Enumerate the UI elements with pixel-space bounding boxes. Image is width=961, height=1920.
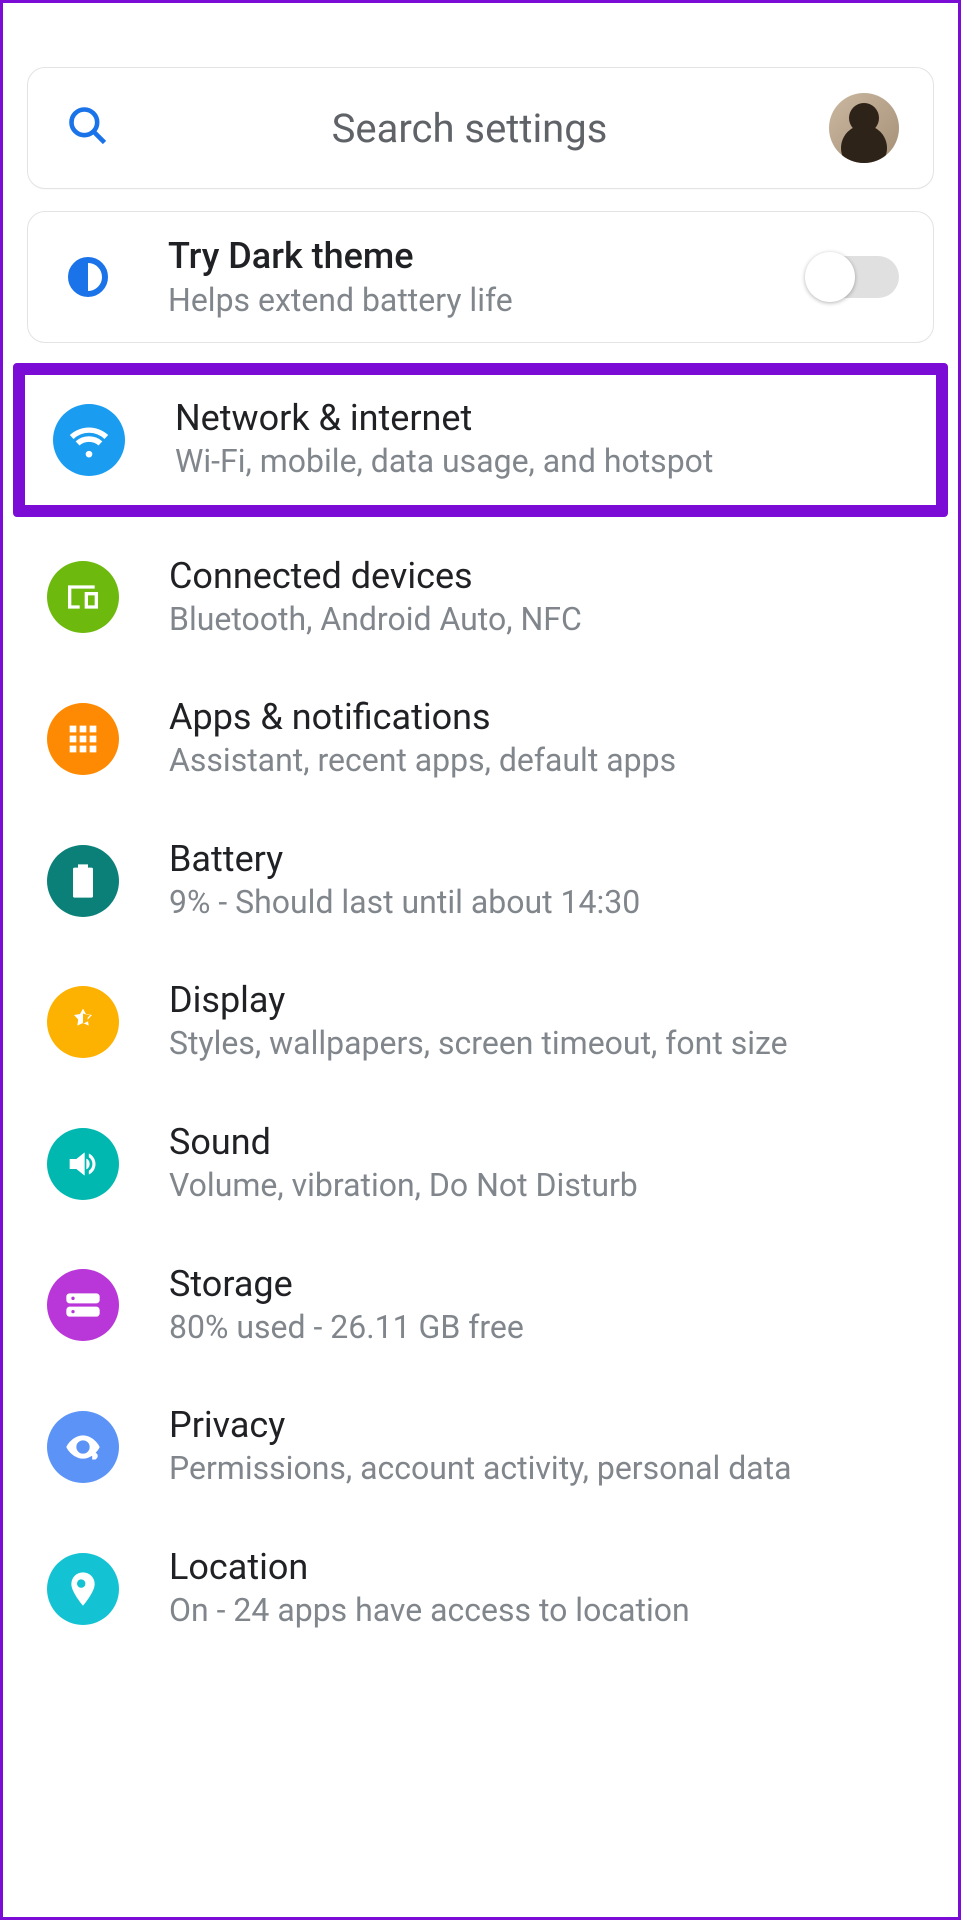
settings-item-apps-notifications[interactable]: Apps & notificationsAssistant, recent ap… xyxy=(7,668,954,810)
item-sub: Wi-Fi, mobile, data usage, and hotspot xyxy=(175,441,908,483)
item-text: SoundVolume, vibration, Do Not Disturb xyxy=(169,1121,914,1207)
item-sub: 9% - Should last until about 14:30 xyxy=(169,882,914,924)
item-sub: 80% used - 26.11 GB free xyxy=(169,1307,914,1349)
contrast-icon xyxy=(68,257,108,297)
sound-icon xyxy=(47,1128,119,1200)
item-title: Connected devices xyxy=(169,555,914,597)
item-sub: Volume, vibration, Do Not Disturb xyxy=(169,1165,914,1207)
settings-list: Network & internetWi-Fi, mobile, data us… xyxy=(7,363,954,1659)
dark-theme-toggle[interactable] xyxy=(809,256,899,298)
display-icon xyxy=(47,986,119,1058)
dark-theme-card[interactable]: Try Dark theme Helps extend battery life xyxy=(27,211,934,343)
search-placeholder: Search settings xyxy=(110,105,829,152)
dark-theme-title: Try Dark theme xyxy=(168,235,809,277)
settings-item-privacy[interactable]: PrivacyPermissions, account activity, pe… xyxy=(7,1376,954,1518)
item-title: Display xyxy=(169,979,914,1021)
item-text: DisplayStyles, wallpapers, screen timeou… xyxy=(169,979,914,1065)
devices-icon xyxy=(47,561,119,633)
item-sub: Styles, wallpapers, screen timeout, font… xyxy=(169,1023,914,1065)
settings-item-battery[interactable]: Battery9% - Should last until about 14:3… xyxy=(7,810,954,952)
item-text: Storage80% used - 26.11 GB free xyxy=(169,1263,914,1349)
item-title: Location xyxy=(169,1546,914,1588)
apps-icon xyxy=(47,703,119,775)
wifi-icon xyxy=(53,404,125,476)
dark-theme-sub: Helps extend battery life xyxy=(168,281,809,319)
item-title: Privacy xyxy=(169,1404,914,1446)
settings-item-storage[interactable]: Storage80% used - 26.11 GB free xyxy=(7,1235,954,1377)
battery-icon xyxy=(47,845,119,917)
settings-item-network-internet[interactable]: Network & internetWi-Fi, mobile, data us… xyxy=(13,363,948,517)
item-text: LocationOn - 24 apps have access to loca… xyxy=(169,1546,914,1632)
item-sub: Permissions, account activity, personal … xyxy=(169,1448,914,1490)
item-title: Apps & notifications xyxy=(169,696,914,738)
item-text: Apps & notificationsAssistant, recent ap… xyxy=(169,696,914,782)
item-sub: Bluetooth, Android Auto, NFC xyxy=(169,599,914,641)
settings-item-display[interactable]: DisplayStyles, wallpapers, screen timeou… xyxy=(7,951,954,1093)
item-sub: Assistant, recent apps, default apps xyxy=(169,740,914,782)
storage-icon xyxy=(47,1269,119,1341)
item-title: Battery xyxy=(169,838,914,880)
item-text: Network & internetWi-Fi, mobile, data us… xyxy=(175,397,908,483)
item-title: Network & internet xyxy=(175,397,908,439)
search-card[interactable]: Search settings xyxy=(27,67,934,189)
location-icon xyxy=(47,1553,119,1625)
item-text: PrivacyPermissions, account activity, pe… xyxy=(169,1404,914,1490)
avatar[interactable] xyxy=(829,93,899,163)
item-sub: On - 24 apps have access to location xyxy=(169,1590,914,1632)
privacy-icon xyxy=(47,1411,119,1483)
search-icon xyxy=(66,104,110,152)
settings-item-connected-devices[interactable]: Connected devicesBluetooth, Android Auto… xyxy=(7,527,954,669)
dark-theme-text: Try Dark theme Helps extend battery life xyxy=(168,235,809,319)
item-title: Sound xyxy=(169,1121,914,1163)
item-title: Storage xyxy=(169,1263,914,1305)
item-text: Connected devicesBluetooth, Android Auto… xyxy=(169,555,914,641)
settings-item-location[interactable]: LocationOn - 24 apps have access to loca… xyxy=(7,1518,954,1660)
item-text: Battery9% - Should last until about 14:3… xyxy=(169,838,914,924)
settings-item-sound[interactable]: SoundVolume, vibration, Do Not Disturb xyxy=(7,1093,954,1235)
